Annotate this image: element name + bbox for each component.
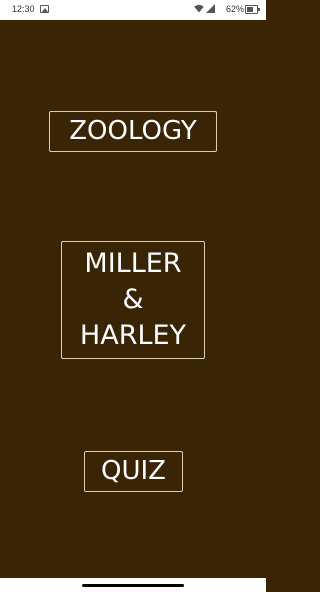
miller-harley-button[interactable]: MILLER & HARLEY [61, 241, 205, 359]
ampersand-line: & [122, 284, 144, 315]
zoology-button[interactable]: ZOOLOGY [49, 111, 217, 152]
quiz-button[interactable]: QUIZ [84, 451, 183, 492]
battery-percent: 62% [225, 4, 244, 14]
status-bar: 12:30 62% [0, 0, 266, 20]
navigation-bar [0, 578, 266, 592]
wifi-icon [194, 4, 204, 13]
miller-line: MILLER [84, 248, 182, 279]
status-time: 12:30 [12, 4, 35, 14]
signal-icon [206, 4, 215, 13]
battery-fill [247, 7, 253, 12]
battery-icon [245, 5, 260, 14]
home-gesture-handle[interactable] [82, 584, 184, 587]
photo-icon [40, 5, 49, 13]
harley-line: HARLEY [79, 320, 187, 351]
